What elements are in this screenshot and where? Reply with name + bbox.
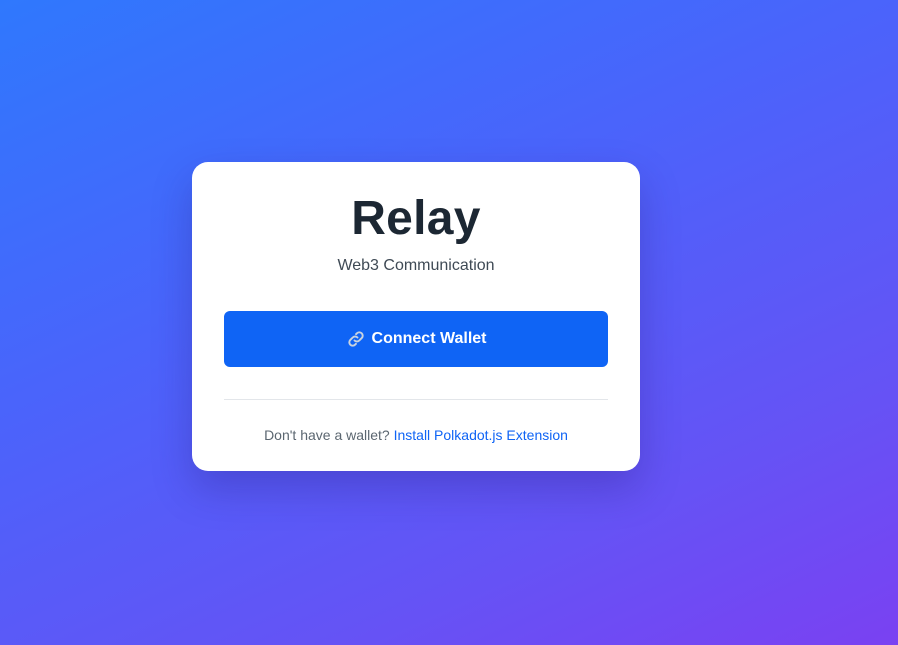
connect-wallet-label: Connect Wallet [371, 330, 487, 347]
install-prompt-text: Don't have a wallet? [264, 427, 390, 443]
install-prompt: Don't have a wallet? Install Polkadot.js… [224, 426, 608, 444]
divider [224, 399, 608, 400]
connect-wallet-button[interactable]: Connect Wallet [224, 311, 608, 367]
link-icon [346, 329, 366, 349]
install-polkadot-link[interactable]: Install Polkadot.js Extension [394, 427, 568, 443]
login-card: Relay Web3 Communication Connect Wallet … [192, 162, 640, 471]
app-subtitle: Web3 Communication [337, 257, 495, 274]
app-title: Relay [351, 192, 481, 245]
